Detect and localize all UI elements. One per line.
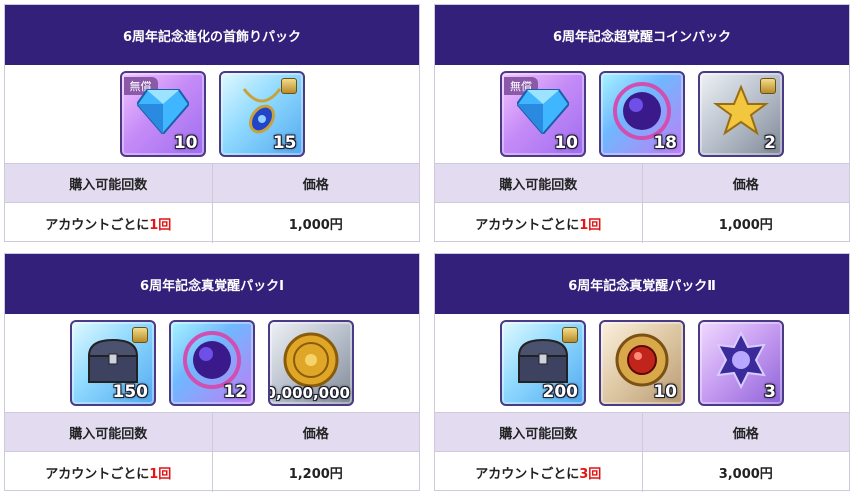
limit-count: 3回 xyxy=(579,466,602,482)
item-quantity: 15 xyxy=(272,133,297,153)
item-quantity: 200 xyxy=(542,382,579,402)
pack-items: 無償 10 18 2 xyxy=(435,65,849,164)
table-header-row: 購入可能回数 価格 xyxy=(435,164,849,203)
price: 3,000円 xyxy=(641,452,850,492)
pack-card-coin: 6周年記念超覚醒コインパック 無償 10 18 2 購入可能回数 価格 アカウン… xyxy=(434,4,850,243)
red-gem-icon xyxy=(615,333,669,387)
table-header-row: 購入可能回数 価格 xyxy=(5,164,419,203)
purchase-limit: アカウントごとに 3回 xyxy=(435,452,642,492)
item-crystal[interactable]: 3 xyxy=(698,320,784,406)
item-star[interactable]: 2 xyxy=(698,71,784,157)
limit-label: アカウントごとに xyxy=(45,466,150,482)
purchase-limit: アカウントごとに 1回 xyxy=(5,452,212,492)
item-quantity: 12 xyxy=(223,382,247,402)
item-gold-coin[interactable]: 10,000,000 xyxy=(268,320,354,406)
header-price: 価格 xyxy=(211,164,420,202)
pack-items: 200 10 3 xyxy=(435,314,849,413)
purchase-limit: アカウントごとに 1回 xyxy=(435,203,642,243)
item-diamond[interactable]: 無償 10 xyxy=(500,71,586,157)
item-quantity: 10 xyxy=(173,133,198,153)
header-price: 価格 xyxy=(641,413,850,451)
item-diamond[interactable]: 無償 10 xyxy=(119,71,206,157)
pack-title: 6周年記念真覚醒パックⅠ xyxy=(5,254,419,314)
item-quantity: 2 xyxy=(764,133,776,153)
necklace-icon xyxy=(242,87,281,134)
header-purchase-limit: 購入可能回数 xyxy=(499,177,578,193)
item-treasure-chest[interactable]: 200 xyxy=(500,320,586,406)
purchase-limit: アカウントごとに 1回 xyxy=(5,203,212,243)
orb-icon xyxy=(613,81,671,140)
header-price: 価格 xyxy=(641,164,850,202)
table-header-row: 購入可能回数 価格 xyxy=(435,413,849,452)
limit-label: アカウントごとに xyxy=(45,217,150,233)
item-quantity: 150 xyxy=(112,382,149,402)
crystal-icon xyxy=(716,330,766,389)
item-quantity: 10,000,000 xyxy=(270,384,350,402)
gold-coin-icon xyxy=(283,332,339,388)
limit-count: 1回 xyxy=(149,217,172,233)
diamond-icon xyxy=(517,88,569,134)
item-quantity: 10 xyxy=(554,133,578,153)
pack-title: 6周年記念進化の首飾りパック xyxy=(5,5,419,65)
price: 1,000円 xyxy=(211,203,420,243)
pack-title: 6周年記念真覚醒パックⅡ xyxy=(435,254,849,314)
price: 1,000円 xyxy=(641,203,850,243)
pack-card-awakening-1: 6周年記念真覚醒パックⅠ 150 12 10,0 xyxy=(4,253,420,492)
item-orb[interactable]: 12 xyxy=(169,320,255,406)
item-quantity: 10 xyxy=(653,382,677,402)
header-purchase-limit: 購入可能回数 xyxy=(69,426,148,442)
table-row: アカウントごとに 1回 1,000円 xyxy=(435,203,849,243)
item-orb[interactable]: 18 xyxy=(599,71,685,157)
item-red-gem[interactable]: 10 xyxy=(599,320,685,406)
header-price: 価格 xyxy=(211,413,420,451)
diamond-icon xyxy=(136,88,189,134)
item-quantity: 18 xyxy=(653,133,677,153)
limit-label: アカウントごとに xyxy=(475,217,580,233)
header-purchase-limit: 購入可能回数 xyxy=(69,177,148,193)
price: 1,200円 xyxy=(211,452,420,492)
star-icon xyxy=(713,84,769,136)
table-row: アカウントごとに 1回 1,000円 xyxy=(5,203,419,243)
pack-items: 無償 10 15 xyxy=(5,65,419,164)
item-quantity: 3 xyxy=(764,382,776,402)
table-row: アカウントごとに 1回 1,200円 xyxy=(5,452,419,492)
table-row: アカウントごとに 3回 3,000円 xyxy=(435,452,849,492)
limit-count: 1回 xyxy=(579,217,602,233)
orb-icon xyxy=(183,330,241,389)
treasure-chest-icon xyxy=(517,338,569,383)
pack-title: 6周年記念超覚醒コインパック xyxy=(435,5,849,65)
item-necklace[interactable]: 15 xyxy=(218,71,305,157)
pack-items: 150 12 10,000,000 xyxy=(5,314,419,413)
treasure-chest-icon xyxy=(87,338,139,383)
pack-card-awakening-2: 6周年記念真覚醒パックⅡ 200 10 3 購入可能回数 価格 アカウントごとに… xyxy=(434,253,850,492)
table-header-row: 購入可能回数 価格 xyxy=(5,413,419,452)
item-treasure-chest[interactable]: 150 xyxy=(70,320,156,406)
pack-card-necklace: 6周年記念進化の首飾りパック 無償 10 15 購入可能回数 価格 アカウントご… xyxy=(4,4,420,243)
limit-count: 1回 xyxy=(149,466,172,482)
limit-label: アカウントごとに xyxy=(475,466,580,482)
header-purchase-limit: 購入可能回数 xyxy=(499,426,578,442)
